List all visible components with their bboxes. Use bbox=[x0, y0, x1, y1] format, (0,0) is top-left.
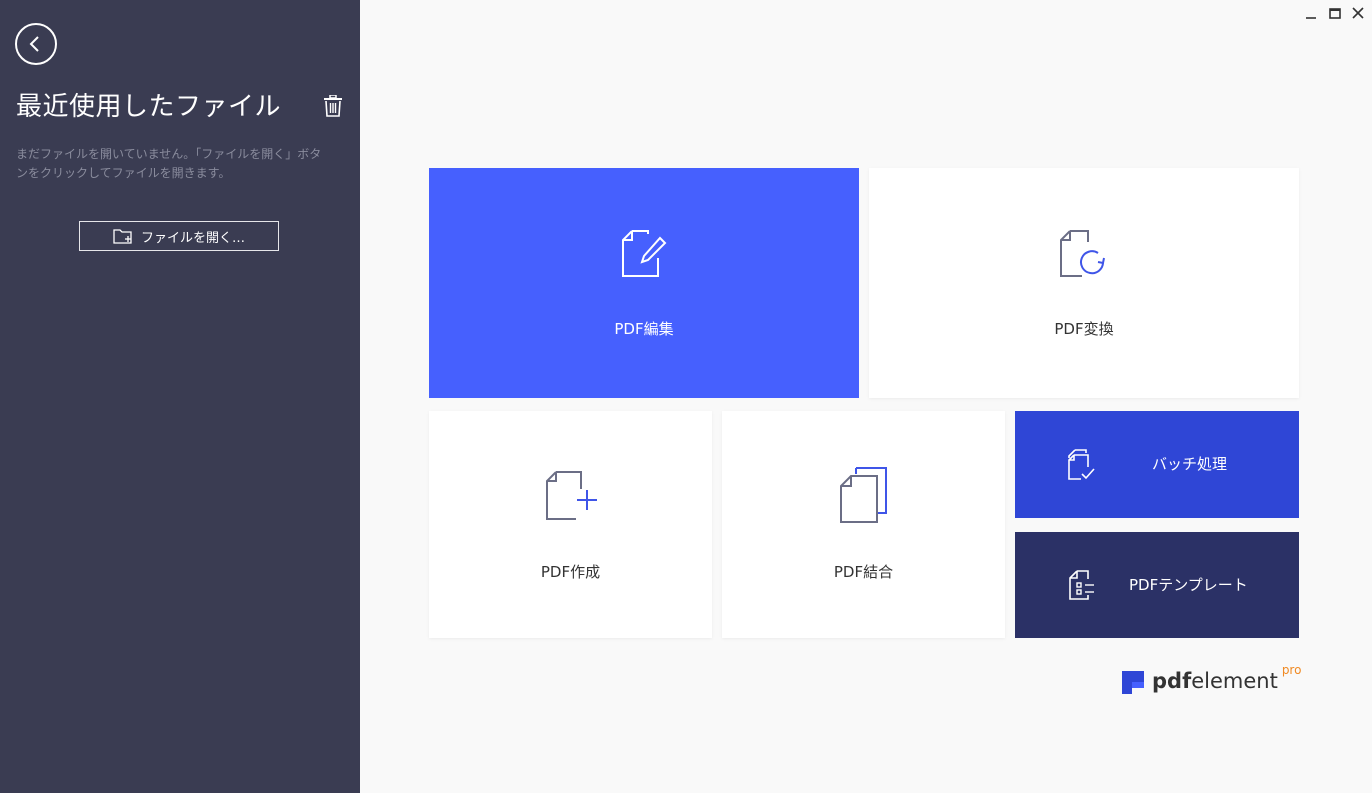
batch-process-icon bbox=[1068, 449, 1095, 480]
tile-convert-pdf[interactable]: PDF変換 bbox=[869, 168, 1299, 398]
merge-documents-icon bbox=[840, 467, 887, 523]
tile-batch-label: バッチ処理 bbox=[1152, 455, 1228, 473]
sidebar: 最近使用したファイル まだファイルを開いていません。「ファイルを開く」ボタンをク… bbox=[0, 0, 360, 793]
create-document-icon bbox=[546, 471, 597, 520]
close-button[interactable] bbox=[1349, 4, 1367, 22]
tile-batch-process[interactable]: バッチ処理 bbox=[1015, 411, 1299, 518]
tile-create-pdf[interactable]: PDF作成 bbox=[429, 411, 712, 638]
pdfelement-logo-icon bbox=[1122, 671, 1144, 694]
empty-state-description: まだファイルを開いていません。「ファイルを開く」ボタンをクリックしてファイルを開… bbox=[16, 147, 322, 180]
open-file-button[interactable]: ファイルを開く… bbox=[79, 221, 279, 251]
edit-document-icon bbox=[622, 230, 667, 277]
tile-template-label: PDFテンプレート bbox=[1129, 576, 1248, 594]
brand-logo: pdfelement pro bbox=[1122, 663, 1302, 696]
tile-merge-pdf[interactable]: PDF結合 bbox=[722, 411, 1005, 638]
clear-recent-button[interactable] bbox=[322, 95, 344, 117]
tile-create-label: PDF作成 bbox=[540, 563, 601, 581]
sidebar-title: 最近使用したファイル bbox=[16, 92, 282, 122]
maximize-button[interactable] bbox=[1326, 4, 1344, 22]
maximize-icon bbox=[1329, 8, 1341, 19]
trash-icon bbox=[324, 95, 342, 117]
minimize-button[interactable] bbox=[1302, 4, 1320, 22]
close-icon bbox=[1352, 7, 1364, 19]
back-arrow-icon bbox=[29, 36, 39, 52]
convert-document-icon bbox=[1060, 230, 1105, 277]
back-button[interactable] bbox=[15, 23, 57, 65]
folder-add-icon bbox=[113, 229, 132, 244]
tile-merge-label: PDF結合 bbox=[833, 563, 894, 581]
template-icon bbox=[1069, 570, 1094, 600]
minimize-icon bbox=[1306, 17, 1316, 19]
brand-edition: pro bbox=[1281, 663, 1302, 677]
tile-pdf-template[interactable]: PDFテンプレート bbox=[1015, 532, 1299, 638]
tile-convert-label: PDF変換 bbox=[1054, 320, 1114, 338]
open-file-label: ファイルを開く… bbox=[140, 230, 245, 246]
tile-edit-pdf[interactable]: PDF編集 bbox=[429, 168, 859, 398]
brand-name: pdfelement pro bbox=[1152, 663, 1302, 693]
tile-edit-label: PDF編集 bbox=[614, 320, 674, 338]
